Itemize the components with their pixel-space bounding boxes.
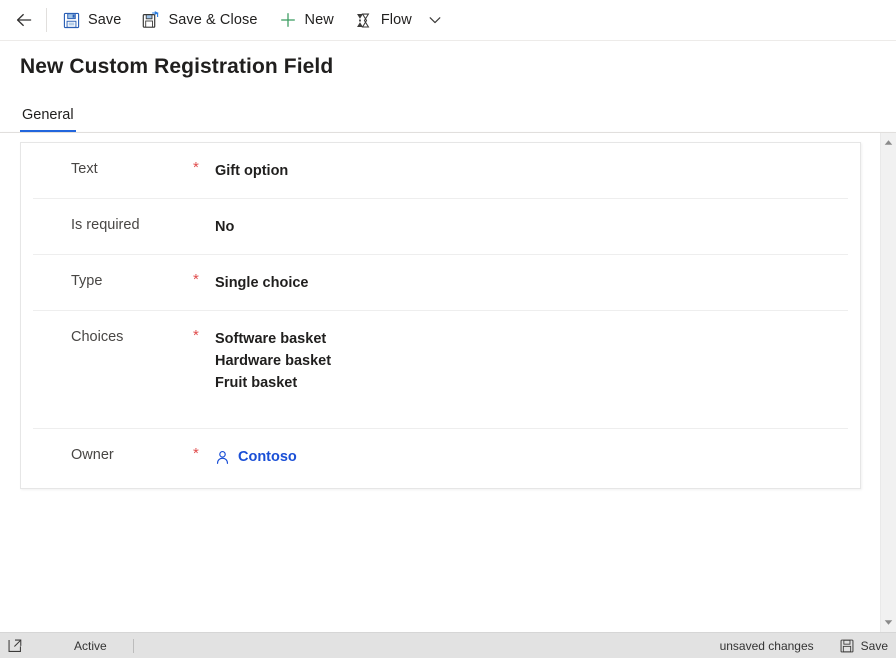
choice-item: Fruit basket [215,372,848,394]
status-bar-divider [133,639,134,653]
status-bar-left: Active [8,639,134,653]
app-root: Save Save & Close [0,0,896,658]
command-bar-separator [46,8,47,32]
page-header: New Custom Registration Field General [0,41,896,132]
content-region: Text * Gift option Is required No Type *… [0,133,896,632]
field-label-is-required: Is required [33,215,193,235]
status-bar-save-button[interactable]: Save [840,639,888,653]
command-bar-overflow-button[interactable] [422,0,448,40]
unsaved-changes-label: unsaved changes [720,639,814,653]
form-row-type: Type * Single choice [33,255,848,311]
save-and-close-icon [141,10,161,30]
choice-item: Software basket [215,328,848,350]
field-label-text: Text [33,159,193,179]
status-bar: Active unsaved changes Save [0,632,896,658]
tab-strip: General [0,96,896,132]
status-bar-save-label: Save [861,639,888,653]
owner-name-label: Contoso [238,446,297,468]
page-title: New Custom Registration Field [0,55,896,79]
required-marker-choices: * [193,327,215,345]
back-arrow-icon [14,10,34,30]
new-button[interactable]: New [268,0,344,40]
field-label-choices: Choices [33,327,193,347]
save-button[interactable]: Save [51,0,131,40]
open-in-new-window-button[interactable] [8,639,30,653]
flow-button-label: Flow [381,12,412,28]
record-status-label: Active [74,639,107,653]
form-row-choices: Choices * Software basket Hardware baske… [33,311,848,429]
field-label-type: Type [33,271,193,291]
choice-item: Hardware basket [215,350,848,372]
back-button[interactable] [4,0,44,40]
required-marker-type: * [193,271,215,289]
save-and-close-button-label: Save & Close [168,12,257,28]
field-value-type[interactable]: Single choice [215,271,848,294]
form-row-owner: Owner * Contoso [33,429,848,488]
chevron-up-icon [884,139,893,146]
chevron-down-icon [428,13,442,27]
save-and-close-button[interactable]: Save & Close [131,0,267,40]
scroll-up-button[interactable] [881,135,896,150]
plus-icon [278,10,298,30]
field-value-choices[interactable]: Software basket Hardware basket Fruit ba… [215,327,848,394]
field-value-is-required[interactable]: No [215,215,848,238]
open-in-new-window-icon [8,639,22,653]
tab-general[interactable]: General [20,107,76,132]
flow-icon [354,10,374,30]
new-button-label: New [305,12,334,28]
required-marker-text: * [193,159,215,177]
command-bar: Save Save & Close [0,0,896,41]
tab-general-label: General [22,107,74,123]
vertical-scrollbar[interactable] [880,133,896,632]
save-button-label: Save [88,12,121,28]
form-row-is-required: Is required No [33,199,848,255]
form-scroll-area: Text * Gift option Is required No Type *… [0,133,880,632]
person-icon [215,450,230,465]
field-value-text[interactable]: Gift option [215,159,848,182]
field-label-owner: Owner [33,445,193,465]
general-form-card: Text * Gift option Is required No Type *… [20,142,861,489]
form-row-text: Text * Gift option [33,143,848,199]
field-value-owner: Contoso [215,445,848,472]
scroll-down-button[interactable] [881,615,896,630]
chevron-down-icon [884,619,893,626]
required-marker-owner: * [193,445,215,463]
flow-button[interactable]: Flow [344,0,422,40]
scrollbar-track[interactable] [881,150,896,615]
save-floppy-icon [840,639,854,653]
owner-lookup-link[interactable]: Contoso [215,446,297,468]
save-floppy-icon [61,10,81,30]
